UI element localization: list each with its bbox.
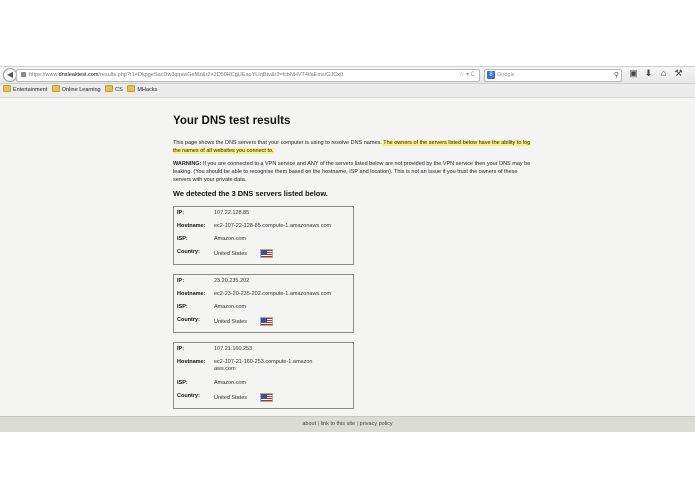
url-prefix: https://www. <box>29 72 59 78</box>
back-arrow-icon[interactable]: ◀ <box>3 68 17 82</box>
search-input[interactable]: 8 Google ⚲ <box>484 69 622 82</box>
reload-icon[interactable]: ☆ ▾ C <box>459 70 475 81</box>
warning-label: WARNING: <box>173 161 202 167</box>
search-placeholder: Google <box>497 72 515 78</box>
detected-heading: We detected the 3 DNS servers listed bel… <box>173 189 328 198</box>
isp-value: Amazon.com <box>214 304 247 310</box>
page-content: Your DNS test results This page shows th… <box>0 98 695 416</box>
footer-separator: | <box>317 421 320 427</box>
hostname-value: ec2-23-20-235-202.compute-1.amazonaws.co… <box>214 291 332 297</box>
folder-icon <box>51 85 60 92</box>
warning-text: WARNING: If you are connected to a VPN s… <box>173 161 531 183</box>
us-flag-icon <box>260 249 273 258</box>
hostname-value: ec2-107-21-160-253.compute-1.amazonaws.c… <box>214 359 313 372</box>
bookmarks-bar: Entertainment Online Learning CS MHacks <box>0 84 695 98</box>
footer-separator: | <box>356 421 359 427</box>
ip-value: 107.22.128.85 <box>214 210 250 216</box>
link-to-site-link[interactable]: link to this site <box>321 421 356 427</box>
isp-value: Amazon.com <box>214 380 247 386</box>
bookmark-online-learning[interactable]: Online Learning <box>51 84 101 97</box>
server-card: IP: 23.20.235.202 Hostname: ec2-23-20-235-… <box>173 274 354 333</box>
folder-icon <box>3 85 11 92</box>
country-value: United States <box>214 395 248 401</box>
page-title: Your DNS test results <box>173 115 291 127</box>
us-flag-icon <box>260 317 273 326</box>
downloads-icon[interactable]: ⬇ <box>641 68 656 79</box>
lock-icon <box>21 72 26 77</box>
toolbar-icons: ▣ ⬇ ⌂ ⚒ <box>626 68 686 79</box>
intro-text: This page shows the DNS servers that you… <box>173 140 531 154</box>
home-icon[interactable]: ⌂ <box>656 68 671 78</box>
country-value: United States <box>214 251 248 257</box>
server-card: IP: 107.21.160.253 Hostname: ec2-107-21-16… <box>173 342 354 409</box>
folder-icon <box>105 85 114 92</box>
country-value: United States <box>214 319 248 325</box>
magnifier-icon[interactable]: ⚲ <box>614 70 619 81</box>
bookmark-menu-icon[interactable]: ▣ <box>626 68 641 79</box>
bookmark-entertainment[interactable]: Entertainment <box>3 84 47 97</box>
ip-value: 23.20.235.202 <box>214 278 250 284</box>
navigation-toolbar: ◀ https://www.dnsleaktest.com/results.ph… <box>0 67 695 84</box>
ip-value: 107.21.160.253 <box>214 346 253 352</box>
hostname-value: ec2-107-22-128-85.compute-1.amazonaws.co… <box>214 223 332 229</box>
url-path: /results.php?r1=DkpgeSacDw3qqswGeMz&r2=2… <box>98 72 344 78</box>
bookmark-mhacks[interactable]: MHacks <box>127 84 157 97</box>
search-engine-icon[interactable]: 8 <box>487 71 495 79</box>
extension-icon[interactable]: ⚒ <box>671 68 686 79</box>
privacy-policy-link[interactable]: privacy policy <box>360 421 393 427</box>
page-footer: about | link to this site | privacy poli… <box>0 416 695 432</box>
bookmark-cs[interactable]: CS <box>105 84 123 97</box>
browser-window: ◀ https://www.dnsleaktest.com/results.ph… <box>0 66 695 432</box>
about-link[interactable]: about <box>302 421 316 427</box>
server-card: IP: 107.22.128.85 Hostname: ec2-107-22-128… <box>173 206 354 265</box>
us-flag-icon <box>260 393 273 402</box>
address-bar[interactable]: https://www.dnsleaktest.com/results.php?… <box>16 69 480 82</box>
folder-icon <box>127 85 136 92</box>
isp-value: Amazon.com <box>214 236 247 242</box>
url-domain: dnsleaktest.com <box>58 72 99 78</box>
